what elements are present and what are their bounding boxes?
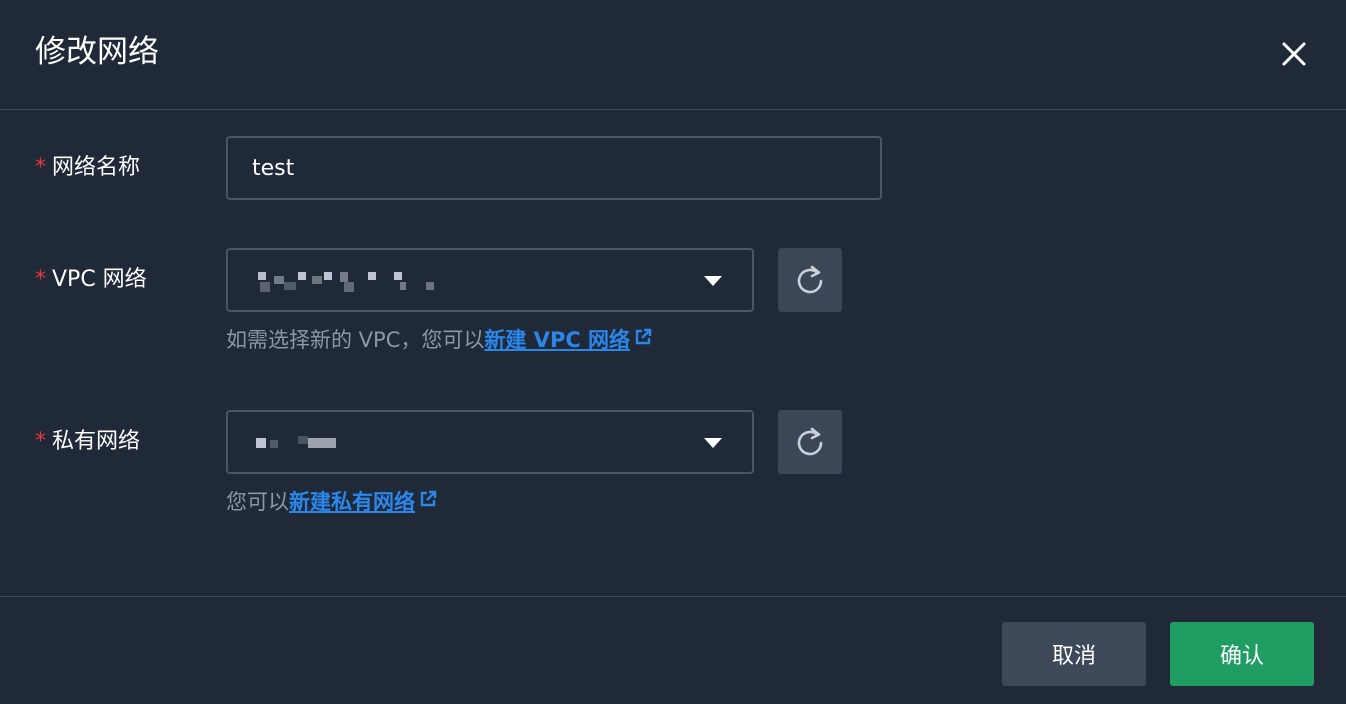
close-icon (1282, 42, 1306, 66)
private-network-label: * 私有网络 (35, 427, 140, 457)
vpc-hint-text: 如需选择新的 VPC，您可以 (226, 328, 485, 352)
network-name-input[interactable] (226, 136, 882, 200)
create-private-network-link[interactable]: 新建私有网络 (289, 490, 415, 514)
private-network-label-text: 私有网络 (52, 429, 141, 454)
refresh-icon (797, 265, 823, 294)
private-network-select[interactable] (226, 410, 754, 474)
dialog-title: 修改网络 (35, 34, 159, 70)
vpc-select[interactable] (226, 248, 754, 312)
footer-divider (0, 596, 1346, 597)
dialog-header: 修改网络 (0, 0, 1346, 110)
chevron-down-icon (704, 438, 722, 448)
vpc-label-text: VPC 网络 (52, 267, 147, 292)
vpc-hint: 如需选择新的 VPC，您可以新建 VPC 网络 (226, 325, 652, 355)
vpc-label: * VPC 网络 (35, 265, 147, 295)
network-name-label-text: 网络名称 (52, 155, 141, 180)
vpc-refresh-button[interactable] (778, 248, 842, 312)
required-mark: * (35, 155, 46, 180)
required-mark: * (35, 267, 46, 292)
create-vpc-link[interactable]: 新建 VPC 网络 (484, 328, 630, 352)
external-link-icon[interactable] (634, 324, 652, 354)
required-mark: * (35, 429, 46, 454)
private-network-refresh-button[interactable] (778, 410, 842, 474)
private-network-hint-text: 您可以 (226, 490, 289, 514)
private-network-hint: 您可以新建私有网络 (226, 487, 437, 517)
cancel-button[interactable]: 取消 (1002, 622, 1146, 686)
close-button[interactable] (1274, 34, 1314, 74)
edit-network-dialog: 修改网络 *网络名称 *VPC 网络 (0, 0, 1346, 704)
refresh-icon (797, 427, 823, 456)
network-name-label: * 网络名称 (35, 153, 140, 183)
chevron-down-icon (704, 276, 722, 286)
external-link-icon[interactable] (419, 486, 437, 516)
confirm-button[interactable]: 确认 (1170, 622, 1314, 686)
